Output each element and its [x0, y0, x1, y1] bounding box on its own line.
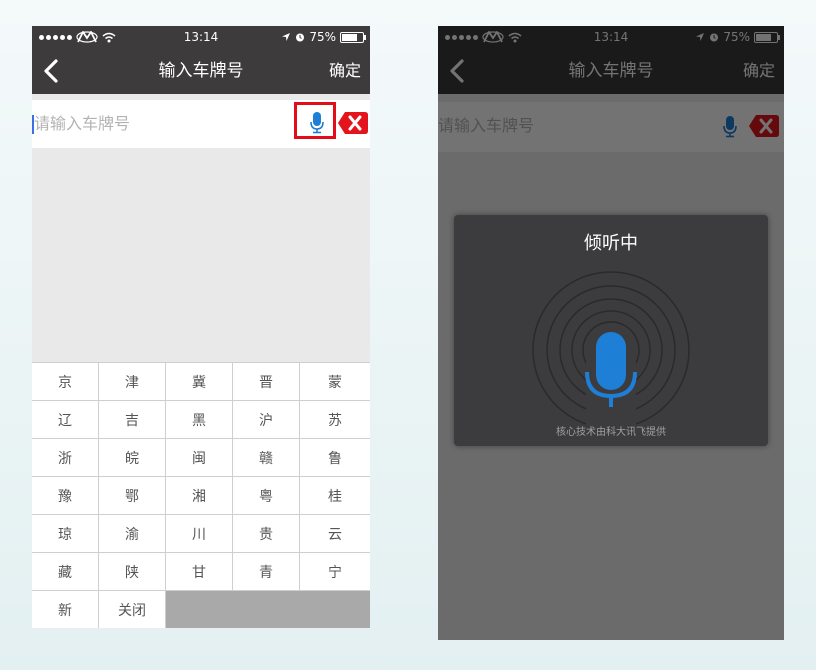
plate-input-row: 请输入车牌号: [32, 100, 370, 148]
nav-bar: 输入车牌号 确定: [32, 48, 370, 94]
province-key[interactable]: 闽: [166, 439, 233, 476]
province-key[interactable]: 湘: [166, 477, 233, 514]
province-key[interactable]: 晋: [233, 363, 300, 400]
province-key[interactable]: 贵: [233, 515, 300, 552]
keyboard-empty-area: [166, 591, 370, 628]
battery-percent: 75%: [309, 30, 336, 44]
province-key[interactable]: 豫: [32, 477, 99, 514]
keyboard-row: 豫鄂湘粤桂: [32, 477, 370, 515]
phone-screen-input: 13:14 75% 输入车牌号 确定 请输入车牌号 京 津 冀 晋 蒙 辽 吉 …: [32, 26, 370, 628]
province-key[interactable]: 浙: [32, 439, 99, 476]
province-key[interactable]: 津: [99, 363, 166, 400]
province-key[interactable]: 鲁: [300, 439, 370, 476]
province-key[interactable]: 蒙: [300, 363, 370, 400]
province-key[interactable]: 宁: [300, 553, 370, 590]
keyboard-row: 京津冀晋蒙: [32, 363, 370, 401]
province-key[interactable]: 甘: [166, 553, 233, 590]
location-arrow-icon: [282, 33, 291, 41]
battery-icon: [340, 31, 366, 43]
province-key[interactable]: 琼: [32, 515, 99, 552]
province-key[interactable]: 渝: [99, 515, 166, 552]
province-key[interactable]: 沪: [233, 401, 300, 438]
province-key[interactable]: 桂: [300, 477, 370, 514]
credit-text: 核心技术由科大讯飞提供: [556, 427, 666, 438]
phone-screen-listening: 13:14 75% 输入车牌号 确定 请输入车牌号: [438, 26, 784, 640]
province-key[interactable]: 辽: [32, 401, 99, 438]
province-key[interactable]: 黑: [166, 401, 233, 438]
province-key[interactable]: 藏: [32, 553, 99, 590]
province-key[interactable]: 云: [300, 515, 370, 552]
microphone-icon[interactable]: [310, 111, 324, 135]
alarm-icon: [296, 33, 305, 42]
keyboard-row: 琼渝川贵云: [32, 515, 370, 553]
province-key[interactable]: 粤: [233, 477, 300, 514]
keyboard-row: 辽吉黑沪苏: [32, 401, 370, 439]
province-key[interactable]: 冀: [166, 363, 233, 400]
province-key[interactable]: 赣: [233, 439, 300, 476]
province-key[interactable]: 吉: [99, 401, 166, 438]
province-key[interactable]: 川: [166, 515, 233, 552]
province-key[interactable]: 鄂: [99, 477, 166, 514]
plate-number-input[interactable]: 请输入车牌号: [34, 100, 130, 148]
province-key[interactable]: 新: [32, 591, 99, 628]
keyboard-close-key[interactable]: 关闭: [99, 591, 166, 628]
keyboard-row: 浙皖闽赣鲁: [32, 439, 370, 477]
page-title: 输入车牌号: [158, 61, 244, 81]
province-key[interactable]: 苏: [300, 401, 370, 438]
confirm-button[interactable]: 确定: [329, 48, 361, 94]
province-key[interactable]: 青: [233, 553, 300, 590]
status-bar: 13:14 75%: [32, 26, 370, 48]
province-key[interactable]: 皖: [99, 439, 166, 476]
microphone-large-icon: [585, 332, 637, 407]
dialog-title: 倾听中: [584, 233, 638, 254]
keyboard-row: 藏陕甘青宁: [32, 553, 370, 591]
province-key[interactable]: 京: [32, 363, 99, 400]
voice-listening-dialog: 倾听中 核心技术由科大讯飞提供: [454, 215, 768, 446]
clear-delete-icon[interactable]: [338, 112, 368, 134]
keyboard-row: 新关闭: [32, 591, 370, 628]
province-key[interactable]: 陕: [99, 553, 166, 590]
province-keyboard: 京津冀晋蒙辽吉黑沪苏浙皖闽赣鲁豫鄂湘粤桂琼渝川贵云藏陕甘青宁新关闭: [32, 362, 370, 628]
